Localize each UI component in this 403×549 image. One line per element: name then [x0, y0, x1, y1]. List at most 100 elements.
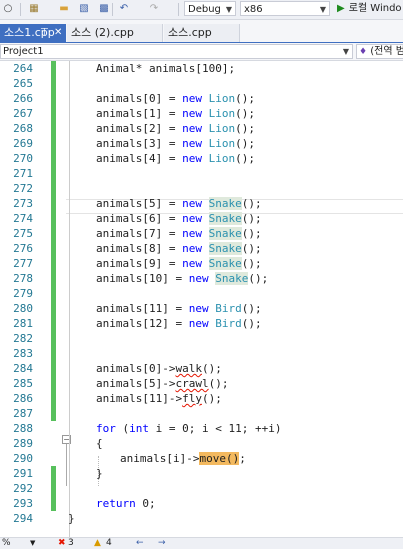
line-number: 292: [13, 482, 33, 495]
code-line[interactable]: animals[4] = new Lion();: [96, 151, 255, 166]
line-number: 271: [13, 167, 33, 180]
chevron-down-icon: ▼: [225, 5, 232, 14]
line-number: 267: [13, 107, 33, 120]
code-line[interactable]: animals[8] = new Snake();: [96, 241, 262, 256]
line-number: 280: [13, 302, 33, 315]
change-marker: [51, 361, 56, 376]
line-number: 265: [13, 77, 33, 90]
code-line[interactable]: return 0;: [96, 496, 156, 511]
code-line[interactable]: animals[6] = new Snake();: [96, 211, 262, 226]
zoom-level[interactable]: %: [2, 538, 11, 549]
line-number: 293: [13, 497, 33, 510]
change-marker: [51, 286, 56, 301]
tab-bar: 소스1.cpp ⊤ ✕ 소스 (2).cpp 소스.cpp: [0, 20, 403, 43]
change-marker: [51, 331, 56, 346]
line-number: 279: [13, 287, 33, 300]
fold-guide: [66, 444, 67, 486]
code-line[interactable]: {: [96, 436, 103, 451]
line-number: 294: [13, 512, 33, 525]
line-number: 282: [13, 332, 33, 345]
code-line[interactable]: animals[12] = new Bird();: [96, 316, 262, 331]
change-marker: [51, 136, 56, 151]
code-line[interactable]: animals[0] = new Lion();: [96, 91, 255, 106]
code-line[interactable]: animals[2] = new Lion();: [96, 121, 255, 136]
code-line[interactable]: Animal* animals[100];: [96, 61, 235, 76]
project-name: Project1: [3, 46, 44, 57]
close-icon[interactable]: ✕: [54, 24, 62, 42]
warning-icon: ▲: [94, 538, 101, 548]
chevron-down-icon: ▼: [342, 47, 349, 56]
fold-guide: [69, 61, 70, 537]
code-line[interactable]: animals[9] = new Snake();: [96, 256, 262, 271]
line-number: 266: [13, 92, 33, 105]
project-select[interactable]: Project1 ▼: [0, 44, 353, 59]
chevron-down-icon: ▼: [319, 5, 326, 14]
code-line[interactable]: for (int i = 0; i < 11; ++i): [96, 421, 281, 436]
undo-icon[interactable]: ↶: [118, 3, 130, 15]
change-marker: [51, 346, 56, 361]
code-line[interactable]: }: [68, 511, 75, 526]
change-marker: [51, 106, 56, 121]
scope-select[interactable]: ♦ (전역 범: [356, 44, 403, 59]
change-marker: [51, 211, 56, 226]
change-marker: [51, 391, 56, 406]
back-icon[interactable]: ○: [2, 3, 14, 15]
play-icon: ▶: [337, 3, 345, 14]
tab-source1[interactable]: 소스1.cpp ⊤ ✕: [0, 24, 66, 42]
code-line[interactable]: animals[0]->walk();: [96, 361, 222, 376]
line-number: 270: [13, 152, 33, 165]
code-line[interactable]: animals[7] = new Snake();: [96, 226, 262, 241]
line-number: 268: [13, 122, 33, 135]
tab-source[interactable]: 소스.cpp: [164, 24, 240, 42]
line-number: 284: [13, 362, 33, 375]
line-number: 277: [13, 257, 33, 270]
run-label: 로컬 Windo: [348, 3, 402, 14]
code-line[interactable]: animals[1] = new Lion();: [96, 106, 255, 121]
code-line[interactable]: animals[i]->move();: [120, 451, 246, 466]
redo-icon[interactable]: ↷: [148, 3, 160, 15]
open-folder-icon[interactable]: ▬: [58, 3, 70, 15]
change-marker: [51, 301, 56, 316]
code-editor[interactable]: − 264 Animal* animals[100]; 265 266 animals[…: [0, 61, 403, 537]
error-count[interactable]: 3: [68, 538, 74, 549]
line-number: 289: [13, 437, 33, 450]
change-marker: [51, 376, 56, 391]
warning-count[interactable]: 4: [106, 538, 112, 549]
tab-label: 소스.cpp: [168, 26, 212, 39]
code-line[interactable]: animals[5]->crawl();: [96, 376, 228, 391]
code-line[interactable]: animals[5] = new Snake();: [96, 196, 262, 211]
pin-icon[interactable]: ⊤: [40, 24, 49, 42]
code-line[interactable]: }: [96, 466, 103, 481]
change-marker: [51, 256, 56, 271]
scope-name: (전역 범: [370, 46, 403, 57]
run-debugger-button[interactable]: ▶ 로컬 Windo: [337, 2, 402, 16]
change-marker: [51, 166, 56, 181]
platform-select[interactable]: x86 ▼: [240, 1, 330, 16]
change-marker: [51, 61, 56, 76]
line-number: 287: [13, 407, 33, 420]
code-line[interactable]: animals[3] = new Lion();: [96, 136, 255, 151]
chevron-down-icon[interactable]: ▼: [30, 538, 35, 549]
status-bar: % ▼ ✖ 3 ▲ 4 ← →: [0, 537, 403, 549]
save-all-icon[interactable]: ▩: [98, 3, 110, 15]
line-number: 276: [13, 242, 33, 255]
new-project-icon[interactable]: ▦: [28, 3, 40, 15]
toolbar-separator: [20, 3, 21, 16]
platform-value: x86: [244, 4, 263, 15]
change-marker: [51, 121, 56, 136]
line-number: 291: [13, 467, 33, 480]
change-marker: [51, 226, 56, 241]
forward-arrow-icon[interactable]: →: [158, 538, 166, 549]
toolbar: ○ ▦ ▬ ▧ ▩ ↶ ↷ Debug ▼ x86 ▼ ▶ 로컬 Windo: [0, 0, 403, 20]
tab-source2[interactable]: 소스 (2).cpp: [67, 24, 163, 42]
code-line[interactable]: animals[11] = new Bird();: [96, 301, 262, 316]
code-line[interactable]: animals[11]->fly();: [96, 391, 222, 406]
line-number: 288: [13, 422, 33, 435]
line-number: 272: [13, 182, 33, 195]
back-arrow-icon[interactable]: ←: [136, 538, 144, 549]
change-marker: [51, 406, 56, 421]
code-line[interactable]: animals[10] = new Snake();: [96, 271, 268, 286]
tab-label: 소스 (2).cpp: [71, 26, 134, 39]
configuration-select[interactable]: Debug ▼: [184, 1, 236, 16]
save-icon[interactable]: ▧: [78, 3, 90, 15]
